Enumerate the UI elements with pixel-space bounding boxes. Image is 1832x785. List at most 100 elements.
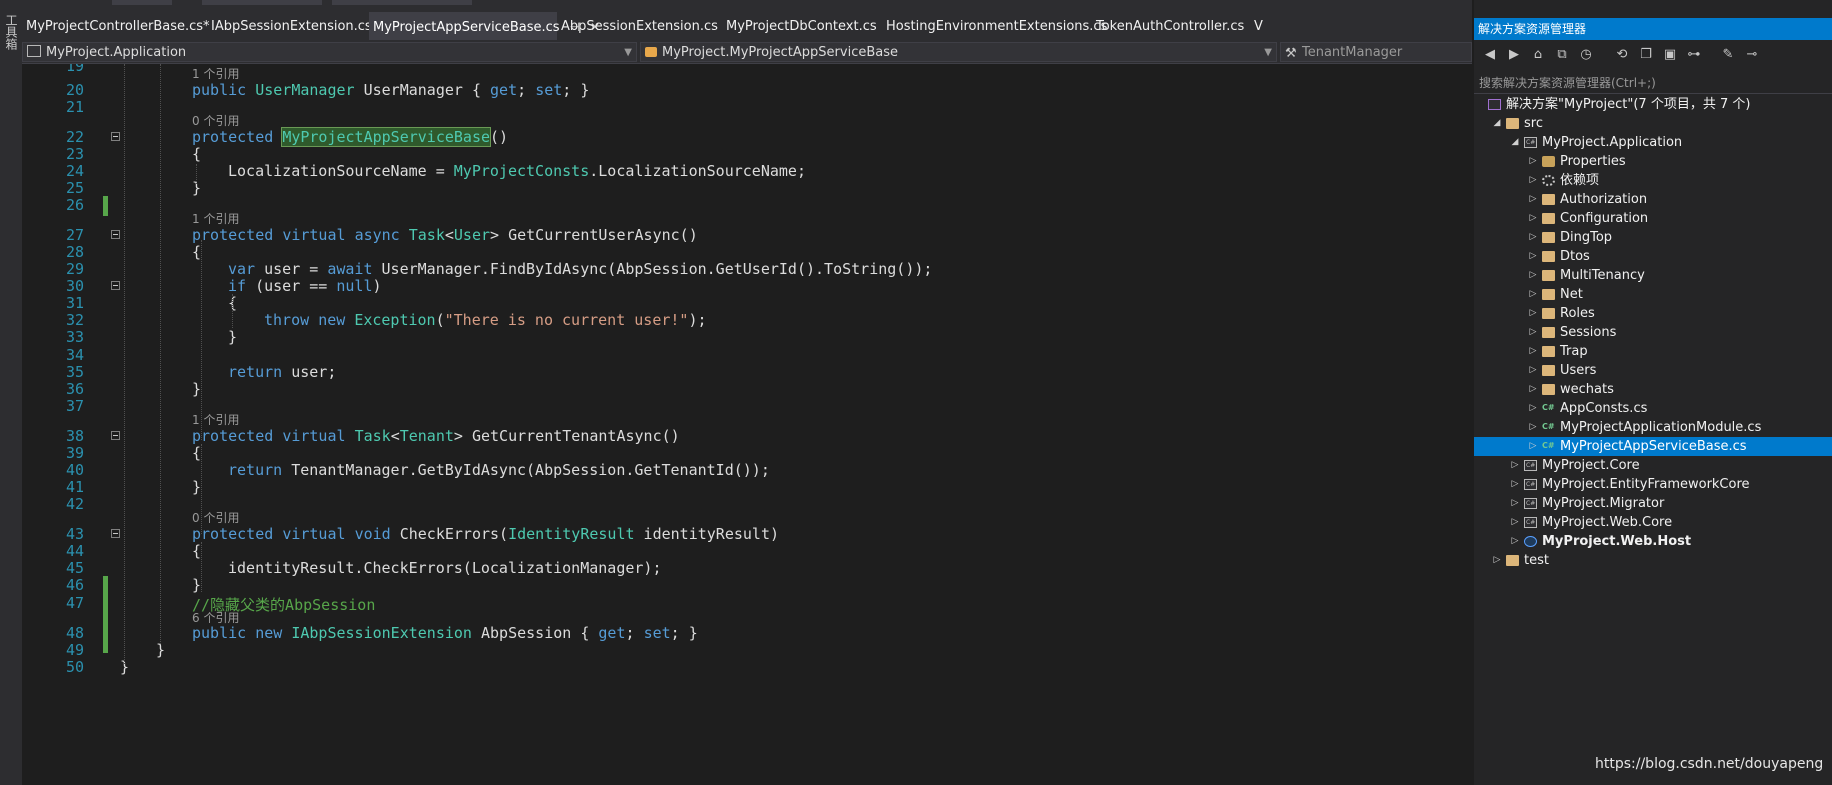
expand-arrow-icon[interactable]: ◢ (1492, 114, 1502, 133)
tree-item-dependencies[interactable]: ▷ 依赖项 (1474, 171, 1832, 190)
member-dropdown[interactable]: ⚒ TenantManager (1280, 42, 1472, 62)
code-token: CheckErrors( (390, 525, 509, 543)
home-icon[interactable]: ⌂ (1530, 47, 1546, 63)
tree-folder-roles[interactable]: ▷ Roles (1474, 304, 1832, 323)
tree-folder-test[interactable]: ▷ test (1474, 551, 1832, 570)
line-number: 31 (65, 294, 84, 312)
toolbox-label[interactable]: 工具箱 (3, 14, 20, 50)
code-token: protected (192, 226, 274, 244)
collapse-region-icon[interactable] (111, 431, 120, 440)
collapse-region-icon[interactable] (111, 281, 120, 290)
class-dropdown[interactable]: MyProject.MyProjectAppServiceBase ▼ (640, 42, 1277, 62)
tree-folder-trap[interactable]: ▷ Trap (1474, 342, 1832, 361)
tree-item-properties[interactable]: ▷ Properties (1474, 152, 1832, 171)
tree-folder-users[interactable]: ▷ Users (1474, 361, 1832, 380)
tree-project-migrator[interactable]: ▷ MyProject.Migrator (1474, 494, 1832, 513)
collapse-arrow-icon[interactable]: ▷ (1528, 380, 1538, 399)
collapse-arrow-icon[interactable]: ▷ (1528, 247, 1538, 266)
tree-folder-dingtop[interactable]: ▷ DingTop (1474, 228, 1832, 247)
show-all-files-icon[interactable]: ▣ (1662, 47, 1678, 63)
project-dropdown[interactable]: MyProject.Application ▼ (22, 42, 637, 62)
tree-folder-wechats[interactable]: ▷ wechats (1474, 380, 1832, 399)
tab-v[interactable]: V (1250, 12, 1278, 40)
collapse-arrow-icon[interactable]: ▷ (1528, 209, 1538, 228)
code-token: MyProjectAppServiceBase (281, 127, 492, 147)
codelens-reference-count[interactable]: 0 个引用 (192, 112, 239, 129)
tab-abpsessionextension-cs[interactable]: AbpSessionExtension.cs (557, 12, 718, 40)
solution-root[interactable]: 解决方案"MyProject"(7 个项目，共 7 个) (1474, 95, 1832, 114)
collapse-arrow-icon[interactable]: ▷ (1528, 437, 1538, 456)
tab-iabpsessionextension-cs[interactable]: IAbpSessionExtension.cs (207, 12, 372, 40)
tree-folder-multitenancy[interactable]: ▷ MultiTenancy (1474, 266, 1832, 285)
tree-folder-src[interactable]: ◢ src (1474, 114, 1832, 133)
collapse-arrow-icon[interactable]: ▷ (1528, 361, 1538, 380)
collapse-arrow-icon[interactable]: ▷ (1510, 494, 1520, 513)
collapse-arrow-icon[interactable]: ▷ (1528, 323, 1538, 342)
collapse-arrow-icon[interactable]: ▷ (1528, 399, 1538, 418)
collapse-arrow-icon[interactable]: ▷ (1528, 266, 1538, 285)
tab-hostingenvironmentextensions-cs[interactable]: HostingEnvironmentExtensions.cs (882, 12, 1107, 40)
toolbox-strip[interactable]: 工具箱 (0, 0, 23, 785)
collapse-arrow-icon[interactable]: ▷ (1528, 342, 1538, 361)
collapse-arrow-icon[interactable]: ▷ (1528, 304, 1538, 323)
tree-project-application[interactable]: ◢ MyProject.Application (1474, 133, 1832, 152)
tree-folder-authorization[interactable]: ▷ Authorization (1474, 190, 1832, 209)
chevron-down-icon[interactable]: ▼ (624, 43, 632, 61)
code-token: User (453, 226, 491, 244)
tab-myprojectdbcontext-cs[interactable]: MyProjectDbContext.cs (722, 12, 877, 40)
collapse-region-icon[interactable] (111, 230, 120, 239)
collapse-region-icon[interactable] (111, 132, 120, 141)
code-line: return TenantManager.GetByIdAsync(AbpSes… (228, 461, 770, 479)
pending-changes-icon[interactable]: ◷ (1578, 47, 1594, 63)
tree-project-core[interactable]: ▷ MyProject.Core (1474, 456, 1832, 475)
view-class-icon[interactable]: ⊶ (1686, 47, 1702, 63)
expand-arrow-icon[interactable]: ◢ (1510, 133, 1520, 152)
solution-search-input[interactable]: 搜索解决方案资源管理器(Ctrl+;) (1474, 72, 1832, 94)
code-token: async (354, 226, 400, 244)
tree-folder-dtos[interactable]: ▷ Dtos (1474, 247, 1832, 266)
collapse-region-icon[interactable] (111, 529, 120, 538)
tree-file-applicationmodule[interactable]: ▷ MyProjectApplicationModule.cs (1474, 417, 1832, 437)
forward-icon[interactable]: ▶ (1506, 47, 1522, 63)
collapse-arrow-icon[interactable]: ▷ (1528, 285, 1538, 304)
chevron-down-icon[interactable]: ▼ (1264, 43, 1272, 61)
codelens-reference-count[interactable]: 0 个引用 (192, 509, 239, 526)
sync-view-icon[interactable]: ⧉ (1554, 47, 1570, 63)
code-editor[interactable]: MyProjectControllerBase.cs* IAbpSessionEx… (22, 0, 1472, 785)
codelens-reference-count[interactable]: 1 个引用 (192, 411, 239, 428)
collapse-arrow-icon[interactable]: ▷ (1528, 190, 1538, 209)
tree-project-efcore[interactable]: ▷ MyProject.EntityFrameworkCore (1474, 475, 1832, 494)
back-icon[interactable]: ◀ (1482, 47, 1498, 63)
tree-node-label: AppConsts.cs (1560, 401, 1648, 416)
refresh-icon[interactable]: ⟲ (1614, 47, 1630, 63)
properties-icon[interactable]: ✎ (1720, 47, 1736, 63)
tab-tokenauthcontroller-cs[interactable]: TokenAuthController.cs (1092, 12, 1244, 40)
collapse-arrow-icon[interactable]: ▷ (1528, 171, 1538, 190)
collapse-all-icon[interactable]: ❐ (1638, 47, 1654, 63)
collapse-arrow-icon[interactable]: ▷ (1510, 532, 1520, 551)
properties-icon (1542, 156, 1555, 167)
tree-node-label: 依赖项 (1560, 173, 1600, 188)
collapse-arrow-icon[interactable]: ▷ (1510, 456, 1520, 475)
collapse-arrow-icon[interactable]: ▷ (1528, 418, 1538, 437)
codelens-reference-count[interactable]: 1 个引用 (192, 210, 239, 227)
code-token: IAbpSessionExtension (291, 624, 472, 642)
collapse-arrow-icon[interactable]: ▷ (1510, 513, 1520, 532)
tree-folder-net[interactable]: ▷ Net (1474, 285, 1832, 304)
code-surface[interactable]: 19 20 21 22 23 24 25 26 27 28 29 30 31 32 33 34 35 36 37 38… (22, 64, 1472, 785)
preview-icon[interactable]: ⊸ (1744, 47, 1760, 63)
collapse-arrow-icon[interactable]: ▷ (1528, 152, 1538, 171)
collapse-arrow-icon[interactable]: ▷ (1528, 228, 1538, 247)
collapse-arrow-icon[interactable]: ▷ (1510, 475, 1520, 494)
tree-project-webcore[interactable]: ▷ MyProject.Web.Core (1474, 513, 1832, 532)
codelens-reference-count[interactable]: 1 个引用 (192, 65, 239, 82)
tree-file-appconsts[interactable]: ▷ AppConsts.cs (1474, 398, 1832, 418)
tab-myprojectcontrollerbase-cs-[interactable]: MyProjectControllerBase.cs* (22, 12, 210, 40)
collapse-arrow-icon[interactable]: ▷ (1492, 551, 1502, 570)
folder-icon (1506, 555, 1519, 566)
tree-folder-sessions[interactable]: ▷ Sessions (1474, 323, 1832, 342)
tab-myprojectappservicebase-cs[interactable]: MyProjectAppServiceBase.cs ⊣ ✕ (369, 12, 600, 40)
tree-project-webhost[interactable]: ▷ MyProject.Web.Host (1474, 532, 1832, 551)
tree-folder-configuration[interactable]: ▷ Configuration (1474, 209, 1832, 228)
tree-file-appservicebase[interactable]: ▷ MyProjectAppServiceBase.cs (1474, 436, 1832, 456)
